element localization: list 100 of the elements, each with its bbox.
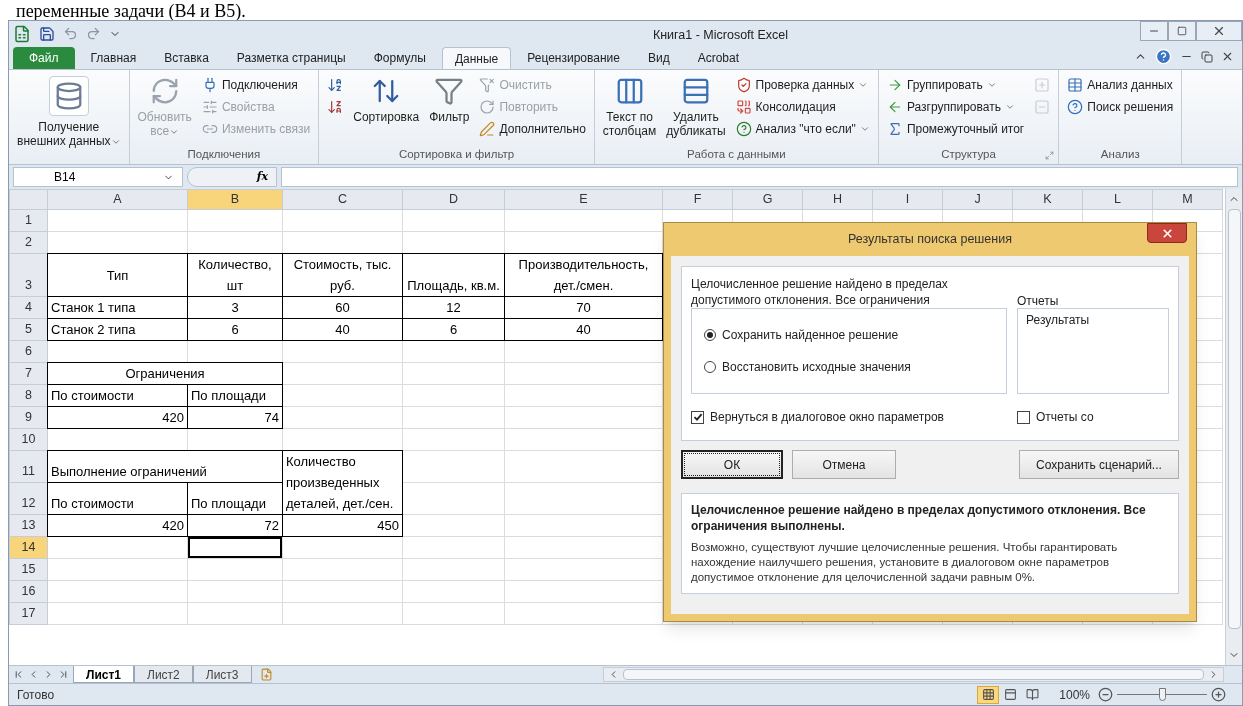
name-box[interactable]: B14 — [13, 167, 183, 187]
zoom-out-icon[interactable] — [1098, 687, 1113, 702]
dialog-button[interactable]: Сохранить сценарий... — [1019, 450, 1179, 479]
row-header[interactable]: 7 — [9, 362, 48, 385]
column-header[interactable]: B — [187, 189, 283, 210]
radio-button[interactable] — [704, 329, 716, 341]
column-header[interactable]: G — [732, 189, 803, 210]
close-button[interactable] — [1147, 223, 1187, 243]
checkbox-option[interactable]: Отчеты со — [1017, 408, 1094, 426]
column-header[interactable]: L — [1082, 189, 1153, 210]
row-header[interactable]: 11 — [9, 450, 48, 483]
checkbox[interactable] — [691, 410, 704, 424]
row-header[interactable]: 5 — [9, 318, 48, 341]
file-tab[interactable]: Файл — [13, 47, 75, 69]
ribbon-button[interactable]: Анализ данных — [1063, 74, 1178, 96]
radio-option[interactable]: Сохранить найденное решение — [704, 326, 994, 344]
zoom-slider[interactable] — [1117, 687, 1207, 702]
row-header[interactable]: 8 — [9, 384, 48, 407]
ribbon-tab[interactable]: Рецензирование — [515, 47, 632, 69]
window-title: Книга1 - Microsoft Excel — [652, 27, 789, 42]
ribbon-button[interactable]: Фильтр — [425, 74, 474, 124]
ribbon-button[interactable]: Получение внешних данных — [13, 74, 125, 148]
ribbon-button[interactable]: Дополнительно — [475, 118, 590, 140]
ribbon-tab[interactable]: Разметка страницы — [224, 47, 358, 69]
row-header[interactable]: 3 — [9, 253, 48, 297]
column-header[interactable]: D — [402, 189, 505, 210]
ribbon-button[interactable]: Удалить дубликаты — [662, 74, 730, 138]
vertical-scrollbar[interactable] — [1225, 189, 1242, 665]
sheet-tab[interactable]: Лист3 — [192, 666, 252, 683]
column-header[interactable]: I — [872, 189, 943, 210]
column-header[interactable]: H — [802, 189, 873, 210]
minimize-button[interactable] — [1140, 21, 1168, 41]
column-header[interactable]: A — [47, 189, 188, 210]
row-header[interactable]: 1 — [9, 209, 48, 232]
ribbon-tab[interactable]: Acrobat — [685, 47, 751, 69]
check-icon — [692, 412, 703, 422]
dialog-launcher-icon[interactable] — [1045, 151, 1055, 160]
ribbon-tab[interactable]: Формулы — [361, 47, 438, 69]
list-item[interactable]: Результаты — [1022, 311, 1164, 329]
ribbon-button[interactable]: Поиск решения — [1063, 96, 1178, 118]
row-header[interactable]: 15 — [9, 558, 48, 581]
maximize-button[interactable] — [1168, 21, 1196, 41]
formula-input[interactable] — [281, 167, 1238, 187]
ribbon-button[interactable]: Группировать — [882, 74, 1029, 96]
ribbon-button[interactable]: Подключения — [197, 74, 315, 96]
ribbon-tab[interactable]: Главная — [78, 47, 149, 69]
row-header[interactable]: 9 — [9, 406, 48, 429]
dialog-button[interactable]: Отмена — [792, 450, 896, 479]
help-icon[interactable] — [1155, 48, 1172, 65]
column-header[interactable]: F — [662, 189, 733, 210]
scrollbar-thumb[interactable] — [1227, 209, 1241, 629]
function-icon[interactable]: fx — [256, 168, 268, 186]
ribbon-tab[interactable]: Вид — [635, 47, 682, 69]
ribbon-button[interactable]: Сортировка — [349, 74, 424, 124]
row-header[interactable]: 16 — [9, 580, 48, 603]
checkbox[interactable] — [1017, 410, 1030, 424]
last-sheet-icon[interactable] — [58, 669, 69, 680]
column-header[interactable]: M — [1152, 189, 1223, 210]
redo-icon[interactable] — [86, 26, 101, 41]
ribbon-button[interactable]: Промежуточный итог — [882, 118, 1029, 140]
dialog-button[interactable]: ОК — [681, 450, 783, 479]
first-sheet-icon[interactable] — [13, 669, 24, 680]
row-header[interactable]: 13 — [9, 514, 48, 537]
horizontal-scrollbar[interactable] — [602, 667, 1224, 682]
save-icon[interactable] — [39, 25, 55, 42]
restore-icon[interactable] — [1201, 50, 1213, 63]
ribbon-button[interactable]: Разгруппировать — [882, 96, 1029, 118]
zoom-in-icon[interactable] — [1211, 687, 1226, 702]
column-header[interactable]: E — [504, 189, 663, 210]
ribbon-tab[interactable]: Данные — [441, 47, 512, 69]
ribbon-button[interactable]: Консолидация — [731, 96, 874, 118]
undo-icon[interactable] — [63, 26, 78, 41]
sheet-tab[interactable]: Лист2 — [134, 666, 193, 683]
row-header[interactable]: 4 — [9, 296, 48, 319]
radio-button[interactable] — [704, 361, 716, 373]
row-header[interactable]: 17 — [9, 602, 48, 625]
scrollbar-thumb[interactable] — [622, 669, 1204, 680]
ribbon-button[interactable]: Проверка данных — [731, 74, 874, 96]
ribbon-button[interactable]: Анализ "что если" — [731, 118, 874, 140]
row-header[interactable]: 10 — [9, 428, 48, 451]
zoom-level[interactable]: 100% — [1059, 685, 1090, 704]
row-header[interactable]: 2 — [9, 231, 48, 254]
view-button[interactable] — [977, 685, 1000, 704]
close-icon[interactable] — [1221, 50, 1234, 63]
radio-option[interactable]: Восстановить исходные значения — [704, 358, 994, 376]
row-header[interactable]: 6 — [9, 340, 48, 363]
row-header[interactable]: 12 — [9, 482, 48, 515]
reports-list[interactable]: Результаты — [1017, 308, 1169, 394]
checkbox-option[interactable]: Вернуться в диалоговое окно параметров — [691, 408, 1017, 426]
row-header[interactable]: 14 — [9, 536, 48, 559]
clear-filter-icon — [479, 77, 496, 93]
zoom-thumb[interactable] — [1159, 687, 1166, 701]
excel-logo-icon[interactable] — [13, 24, 31, 43]
ribbon-button[interactable]: Текст по столбцам — [598, 74, 661, 138]
sheet-tab[interactable]: Лист1 — [73, 666, 135, 683]
column-header[interactable]: C — [282, 189, 403, 210]
new-sheet-icon[interactable] — [259, 668, 273, 681]
column-header[interactable]: K — [1012, 189, 1083, 210]
column-header[interactable]: J — [942, 189, 1013, 210]
ribbon-tab[interactable]: Вставка — [152, 47, 221, 69]
